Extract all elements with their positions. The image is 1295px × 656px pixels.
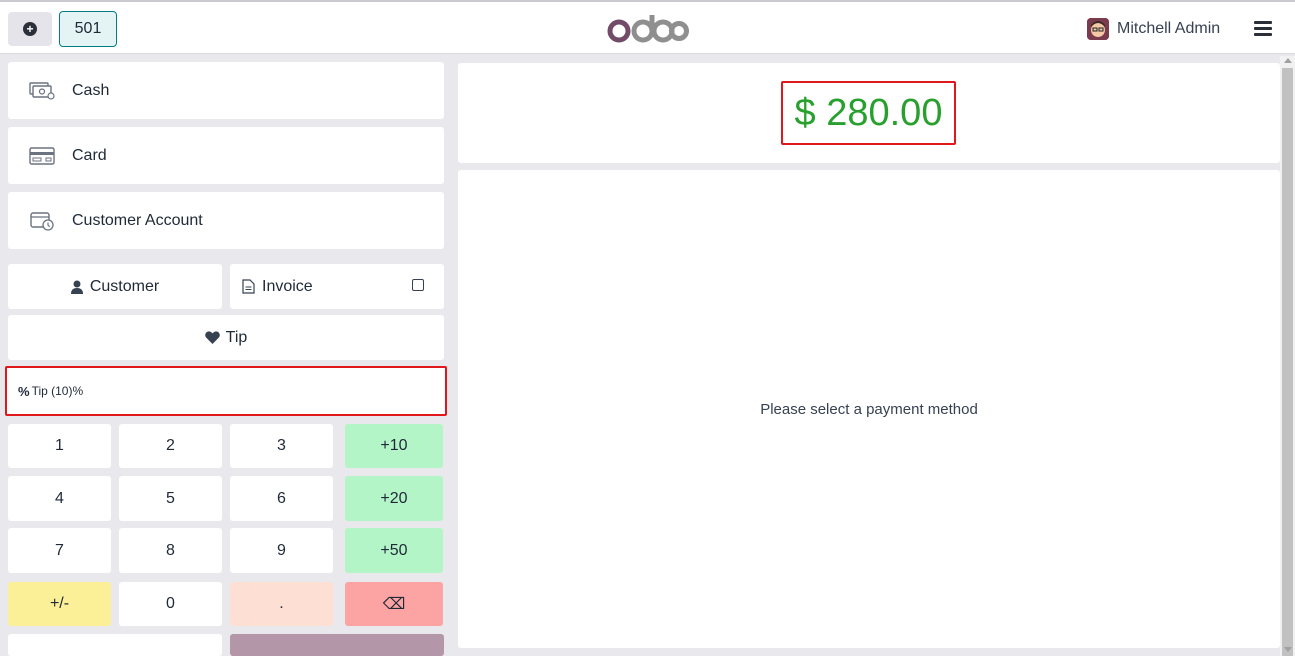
- plus-circle-icon: +: [23, 22, 37, 36]
- numpad-key-2[interactable]: 2: [119, 424, 222, 468]
- numpad-key-5[interactable]: 5: [119, 476, 222, 521]
- empty-state-message: Please select a payment method: [760, 400, 978, 418]
- validate-button[interactable]: [230, 634, 444, 656]
- numpad-key-8[interactable]: 8: [119, 528, 222, 573]
- payment-lines-panel: Please select a payment method: [458, 170, 1280, 648]
- payment-summary: $ 280.00: [458, 63, 1280, 163]
- numpad-key-plus50[interactable]: +50: [345, 528, 443, 573]
- vertical-scrollbar[interactable]: [1280, 56, 1295, 656]
- cash-icon: [29, 81, 55, 101]
- numpad-key-sign[interactable]: +/-: [8, 582, 111, 626]
- total-highlight: $ 280.00: [781, 81, 956, 145]
- tip-button[interactable]: Tip: [8, 315, 444, 360]
- invoice-button[interactable]: Invoice: [230, 264, 444, 309]
- pos-header: + 501 Mitchell Admin: [0, 0, 1295, 54]
- total-amount: $ 280.00: [794, 91, 943, 134]
- user-icon: [70, 280, 83, 294]
- payment-method-cash[interactable]: Cash: [8, 62, 444, 119]
- tip-line-text: Tip (10)%: [31, 384, 84, 398]
- tip-line: % Tip (10)%: [5, 366, 447, 416]
- payment-method-label: Cash: [72, 81, 110, 99]
- back-button[interactable]: [8, 634, 222, 656]
- numpad-key-9[interactable]: 9: [230, 528, 333, 573]
- backspace-icon[interactable]: ⌫: [345, 582, 443, 626]
- user-name: Mitchell Admin: [1117, 20, 1221, 37]
- heart-icon: [204, 331, 220, 344]
- user-menu[interactable]: Mitchell Admin: [1087, 18, 1220, 40]
- invoice-label: Invoice: [262, 277, 313, 295]
- numpad-key-plus10[interactable]: +10: [345, 424, 443, 468]
- order-tab[interactable]: 501: [59, 11, 117, 47]
- new-order-button[interactable]: +: [8, 12, 52, 46]
- numpad-key-3[interactable]: 3: [230, 424, 333, 468]
- avatar: [1087, 18, 1109, 40]
- numpad-key-7[interactable]: 7: [8, 528, 111, 573]
- scrollbar-thumb[interactable]: [1282, 68, 1293, 656]
- numpad-key-plus20[interactable]: +20: [345, 476, 443, 521]
- numpad-key-1[interactable]: 1: [8, 424, 111, 468]
- menu-icon[interactable]: [1254, 21, 1272, 37]
- payment-method-card[interactable]: Card: [8, 127, 444, 184]
- tip-label: Tip: [225, 328, 248, 346]
- scroll-down-icon[interactable]: [1284, 647, 1292, 652]
- odoo-logo: [607, 15, 689, 48]
- numpad-key-decimal[interactable]: .: [230, 582, 333, 626]
- document-icon: [242, 279, 255, 294]
- numpad-key-6[interactable]: 6: [230, 476, 333, 521]
- payment-method-customer-account[interactable]: Customer Account: [8, 192, 444, 249]
- invoice-checkbox[interactable]: [412, 279, 424, 291]
- scroll-up-icon[interactable]: [1284, 58, 1292, 63]
- customer-button[interactable]: Customer: [8, 264, 222, 309]
- customer-label: Customer: [89, 277, 160, 295]
- card-icon: [29, 146, 55, 166]
- payment-method-label: Card: [72, 146, 107, 164]
- numpad-key-0[interactable]: 0: [119, 582, 222, 626]
- percent-icon: %: [18, 383, 30, 399]
- payment-method-label: Customer Account: [72, 211, 203, 229]
- customer-account-icon: [29, 211, 55, 231]
- numpad-key-4[interactable]: 4: [8, 476, 111, 521]
